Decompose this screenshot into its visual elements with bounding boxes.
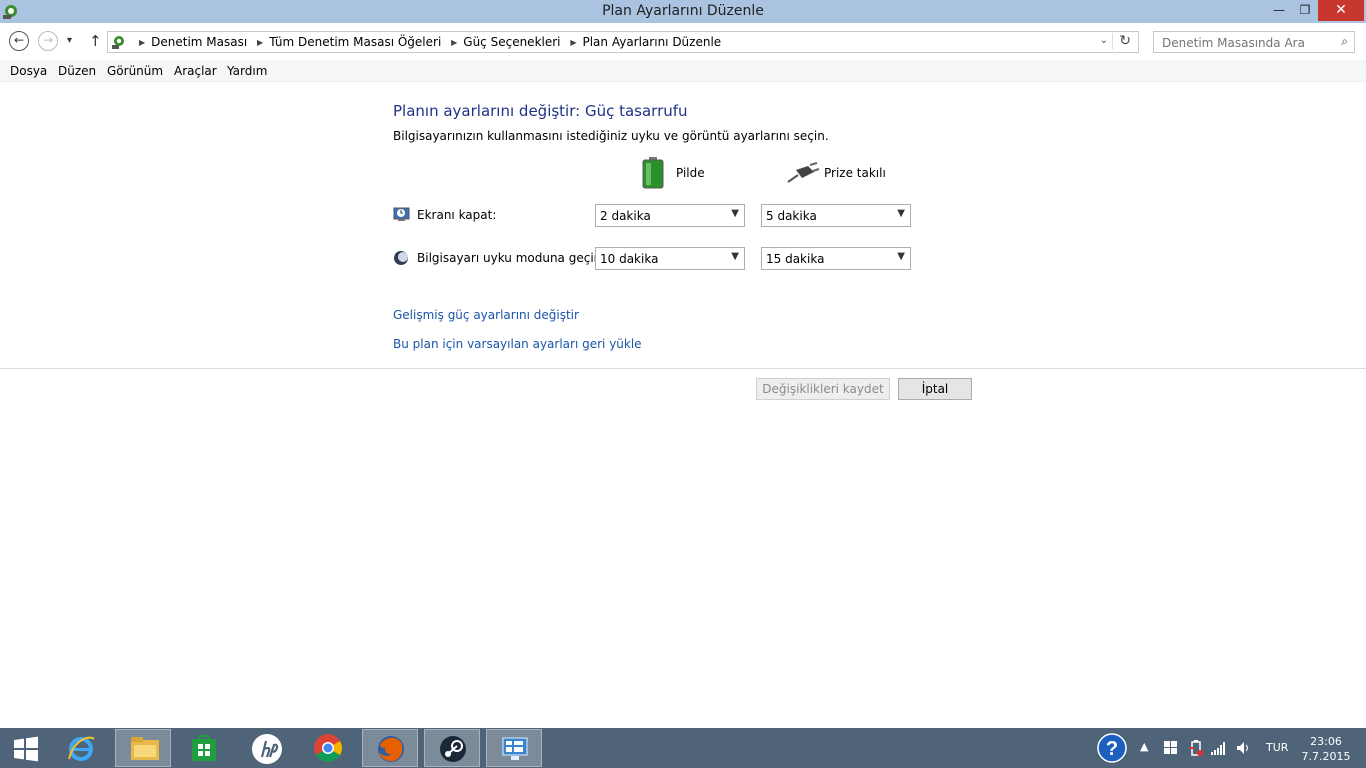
display-off-plugged-value: 5 dakika	[766, 209, 817, 223]
display-off-battery-value: 2 dakika	[600, 209, 651, 223]
sleep-plugged-value: 15 dakika	[766, 252, 825, 266]
steam-icon	[440, 736, 466, 762]
internet-explorer-icon	[68, 736, 95, 761]
address-bar[interactable]: ▶ Denetim Masası ▶ Tüm Denetim Masası Öğel…	[107, 31, 1139, 53]
control-panel-icon	[502, 737, 528, 760]
search-icon[interactable]: ⌕	[1341, 34, 1348, 49]
volume-icon[interactable]	[1236, 741, 1250, 755]
hp-icon	[252, 734, 282, 764]
close-button[interactable]: ✕	[1318, 0, 1364, 21]
breadcrumb-power-options[interactable]: Güç Seçenekleri	[463, 35, 560, 49]
save-changes-button[interactable]: Değişiklikleri kaydet	[756, 378, 890, 400]
svg-text:?: ?	[1106, 738, 1118, 760]
taskbar-internet-explorer[interactable]	[53, 729, 109, 767]
language-indicator[interactable]: TUR	[1266, 741, 1288, 754]
start-icon	[14, 736, 38, 762]
battery-icon	[642, 157, 664, 189]
recent-locations-dropdown[interactable]: ▾	[67, 35, 72, 46]
minimize-button[interactable]: —	[1266, 0, 1292, 21]
menu-edit[interactable]: Düzen	[58, 64, 96, 78]
breadcrumb-control-panel[interactable]: Denetim Masası	[151, 35, 247, 49]
breadcrumb: ▶ Denetim Masası ▶ Tüm Denetim Masası Öğel…	[139, 35, 722, 49]
advanced-power-settings-link[interactable]: Gelişmiş güç ayarlarını değiştir	[393, 308, 579, 322]
display-clock-icon	[393, 207, 410, 221]
help-icon[interactable]: ?	[1097, 733, 1127, 763]
menu-tools[interactable]: Araçlar	[174, 64, 217, 78]
taskbar-firefox[interactable]	[362, 729, 418, 767]
chevron-down-icon: ▼	[897, 251, 905, 262]
sleep-battery-value: 10 dakika	[600, 252, 659, 266]
menu-view[interactable]: Görünüm	[107, 64, 163, 78]
back-button[interactable]: ←	[9, 31, 29, 51]
window-title: Plan Ayarlarını Düzenle	[602, 3, 764, 19]
power-plug-icon	[787, 162, 820, 183]
chevron-down-icon: ▼	[731, 208, 739, 219]
search-box[interactable]: ⌕	[1153, 31, 1355, 53]
menu-file[interactable]: Dosya	[10, 64, 47, 78]
taskbar-hp[interactable]	[238, 729, 294, 767]
display-off-plugged-select[interactable]: 5 dakika ▼	[761, 204, 911, 227]
chevron-down-icon: ▼	[897, 208, 905, 219]
windows-tray-icon[interactable]	[1164, 741, 1178, 755]
display-off-battery-select[interactable]: 2 dakika ▼	[595, 204, 745, 227]
title-bar: Plan Ayarlarını Düzenle — ❐ ✕	[0, 0, 1366, 23]
breadcrumb-all-items[interactable]: Tüm Denetim Masası Öğeleri	[269, 35, 441, 49]
sleep-label: Bilgisayarı uyku moduna geçir:	[417, 251, 603, 265]
taskbar: ? ▲ TUR 23:06 7.7.2015	[0, 728, 1366, 768]
clock[interactable]: 23:06 7.7.2015	[1296, 734, 1356, 764]
sleep-battery-select[interactable]: 10 dakika ▼	[595, 247, 745, 270]
menu-bar: Dosya Düzen Görünüm Araçlar Yardım	[0, 60, 1366, 82]
restore-defaults-link[interactable]: Bu plan için varsayılan ayarları geri yü…	[393, 337, 642, 351]
plugged-column-header: Prize takılı	[824, 166, 886, 180]
control-panel-icon	[112, 36, 124, 49]
start-button[interactable]	[0, 729, 56, 767]
sleep-plugged-select[interactable]: 15 dakika ▼	[761, 247, 911, 270]
chevron-down-icon: ▼	[731, 251, 739, 262]
battery-column-header: Pilde	[676, 166, 705, 180]
search-input[interactable]	[1160, 34, 1334, 52]
menu-help[interactable]: Yardım	[227, 64, 267, 78]
taskbar-chrome[interactable]	[300, 729, 356, 767]
clock-date: 7.7.2015	[1301, 750, 1351, 763]
up-button[interactable]: ↑	[89, 32, 102, 50]
display-off-label: Ekranı kapat:	[417, 208, 497, 222]
power-tray-icon[interactable]	[1188, 739, 1204, 757]
address-dropdown-icon[interactable]: ⌄	[1100, 35, 1108, 46]
breadcrumb-edit-plan[interactable]: Plan Ayarlarını Düzenle	[582, 35, 721, 49]
divider	[0, 368, 1366, 369]
forward-button[interactable]: →	[38, 31, 58, 51]
taskbar-file-explorer[interactable]	[115, 729, 171, 767]
firefox-icon	[378, 736, 404, 762]
maximize-button[interactable]: ❐	[1292, 0, 1318, 21]
store-icon	[192, 735, 216, 761]
taskbar-steam[interactable]	[424, 729, 480, 767]
taskbar-store[interactable]	[176, 729, 232, 767]
page-subtitle: Bilgisayarınızın kullanmasını istediğini…	[393, 129, 829, 143]
show-hidden-icons-icon[interactable]: ▲	[1140, 740, 1148, 753]
chrome-icon	[314, 734, 342, 762]
cancel-button[interactable]: İptal	[898, 378, 972, 400]
taskbar-control-panel[interactable]	[486, 729, 542, 767]
sleep-moon-icon	[394, 251, 408, 265]
clock-time: 23:06	[1310, 735, 1342, 748]
refresh-icon[interactable]: ↻	[1112, 33, 1131, 49]
page-title: Planın ayarlarını değiştir: Güç tasarruf…	[393, 102, 688, 120]
navigation-bar: ← → ▾ ↑ ▶ Denetim Masası ▶ Tüm Denetim Mas…	[0, 23, 1366, 60]
network-icon[interactable]	[1211, 741, 1227, 755]
file-explorer-icon	[131, 737, 159, 760]
